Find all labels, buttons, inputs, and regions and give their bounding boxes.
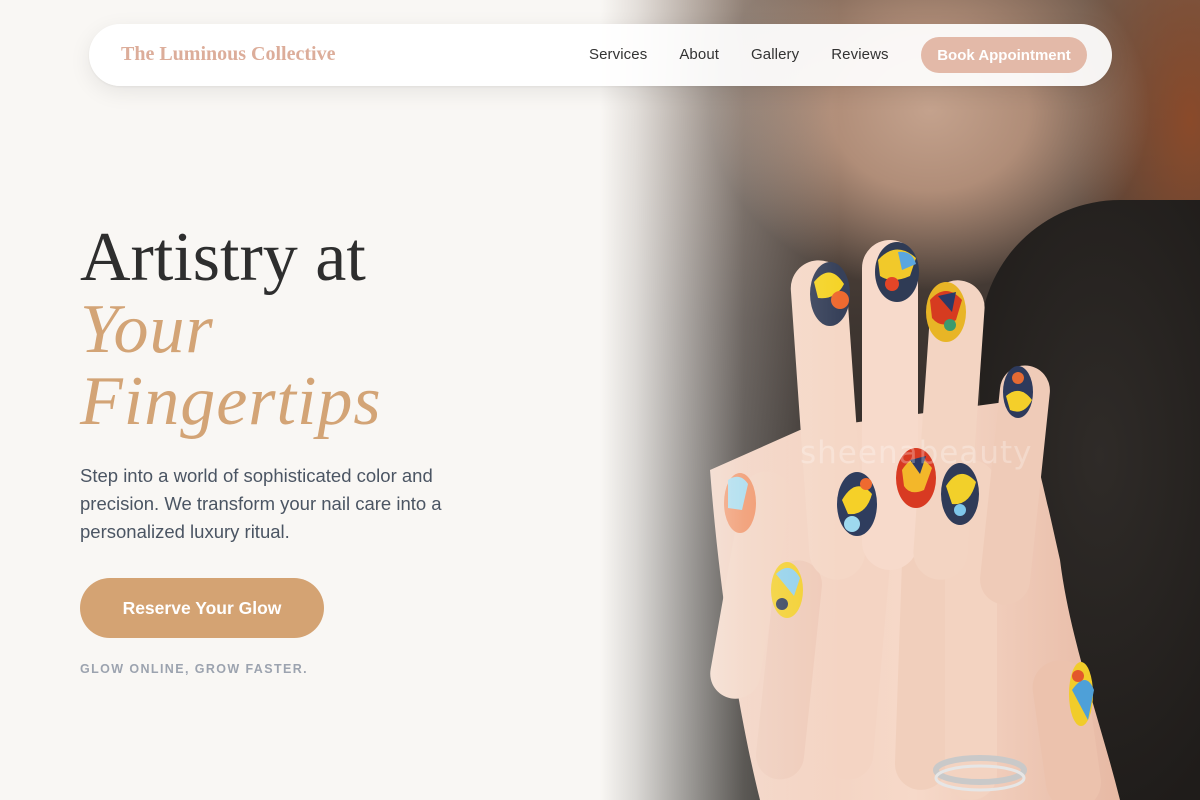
reserve-your-glow-button[interactable]: Reserve Your Glow — [80, 578, 324, 638]
nav-link-about[interactable]: About — [679, 46, 719, 63]
nav-link-services[interactable]: Services — [589, 46, 647, 63]
nav-link-gallery[interactable]: Gallery — [751, 46, 799, 63]
navbar: The Luminous Collective Services About G… — [89, 24, 1112, 86]
headline-accent-line-1: Your — [80, 291, 214, 368]
hero-photo-fade — [600, 0, 1200, 800]
hero-headline: Artistry at Your Fingertips — [80, 222, 382, 438]
hero-photo: sheenabeauty — [600, 0, 1200, 800]
image-watermark: sheenabeauty — [800, 435, 1033, 471]
headline-line-1: Artistry at — [80, 219, 366, 296]
hero-intro-text: Step into a world of sophisticated color… — [80, 465, 442, 542]
brand-logo[interactable]: The Luminous Collective — [121, 43, 335, 66]
nav-links: Services About Gallery Reviews — [589, 46, 889, 63]
nav-link-reviews[interactable]: Reviews — [831, 46, 888, 63]
hero-tagline: GLOW ONLINE, GROW FASTER. — [80, 662, 309, 676]
book-appointment-button[interactable]: Book Appointment — [921, 37, 1087, 73]
headline-accent-line-2: Fingertips — [80, 363, 382, 440]
